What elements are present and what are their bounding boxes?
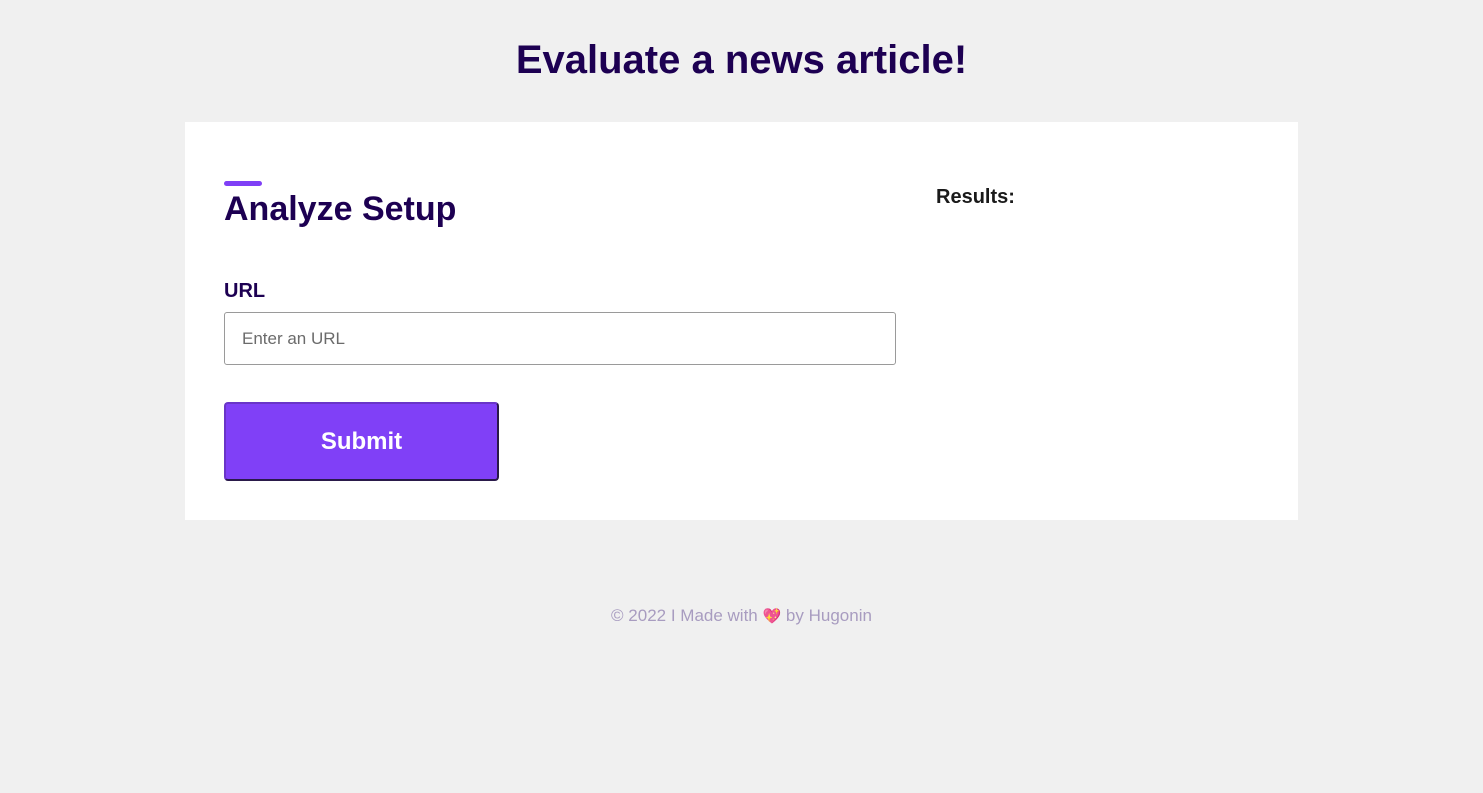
- footer: © 2022 I Made with 💖 by Hugonin: [0, 605, 1483, 628]
- section-title: Analyze Setup: [224, 190, 457, 228]
- url-input[interactable]: [224, 312, 896, 365]
- section-accent-bar: [224, 181, 262, 186]
- url-label: URL: [224, 280, 266, 302]
- footer-author: by Hugonin: [785, 606, 872, 625]
- results-area: [936, 217, 1256, 477]
- submit-button[interactable]: Submit: [224, 402, 499, 481]
- page-title: Evaluate a news article!: [515, 38, 968, 82]
- results-label: Results:: [936, 186, 1015, 208]
- footer-copyright: © 2022 I Made with: [611, 606, 758, 625]
- analyze-card: Analyze Setup URL Submit Results:: [185, 122, 1298, 520]
- heart-icon: 💖: [762, 608, 782, 625]
